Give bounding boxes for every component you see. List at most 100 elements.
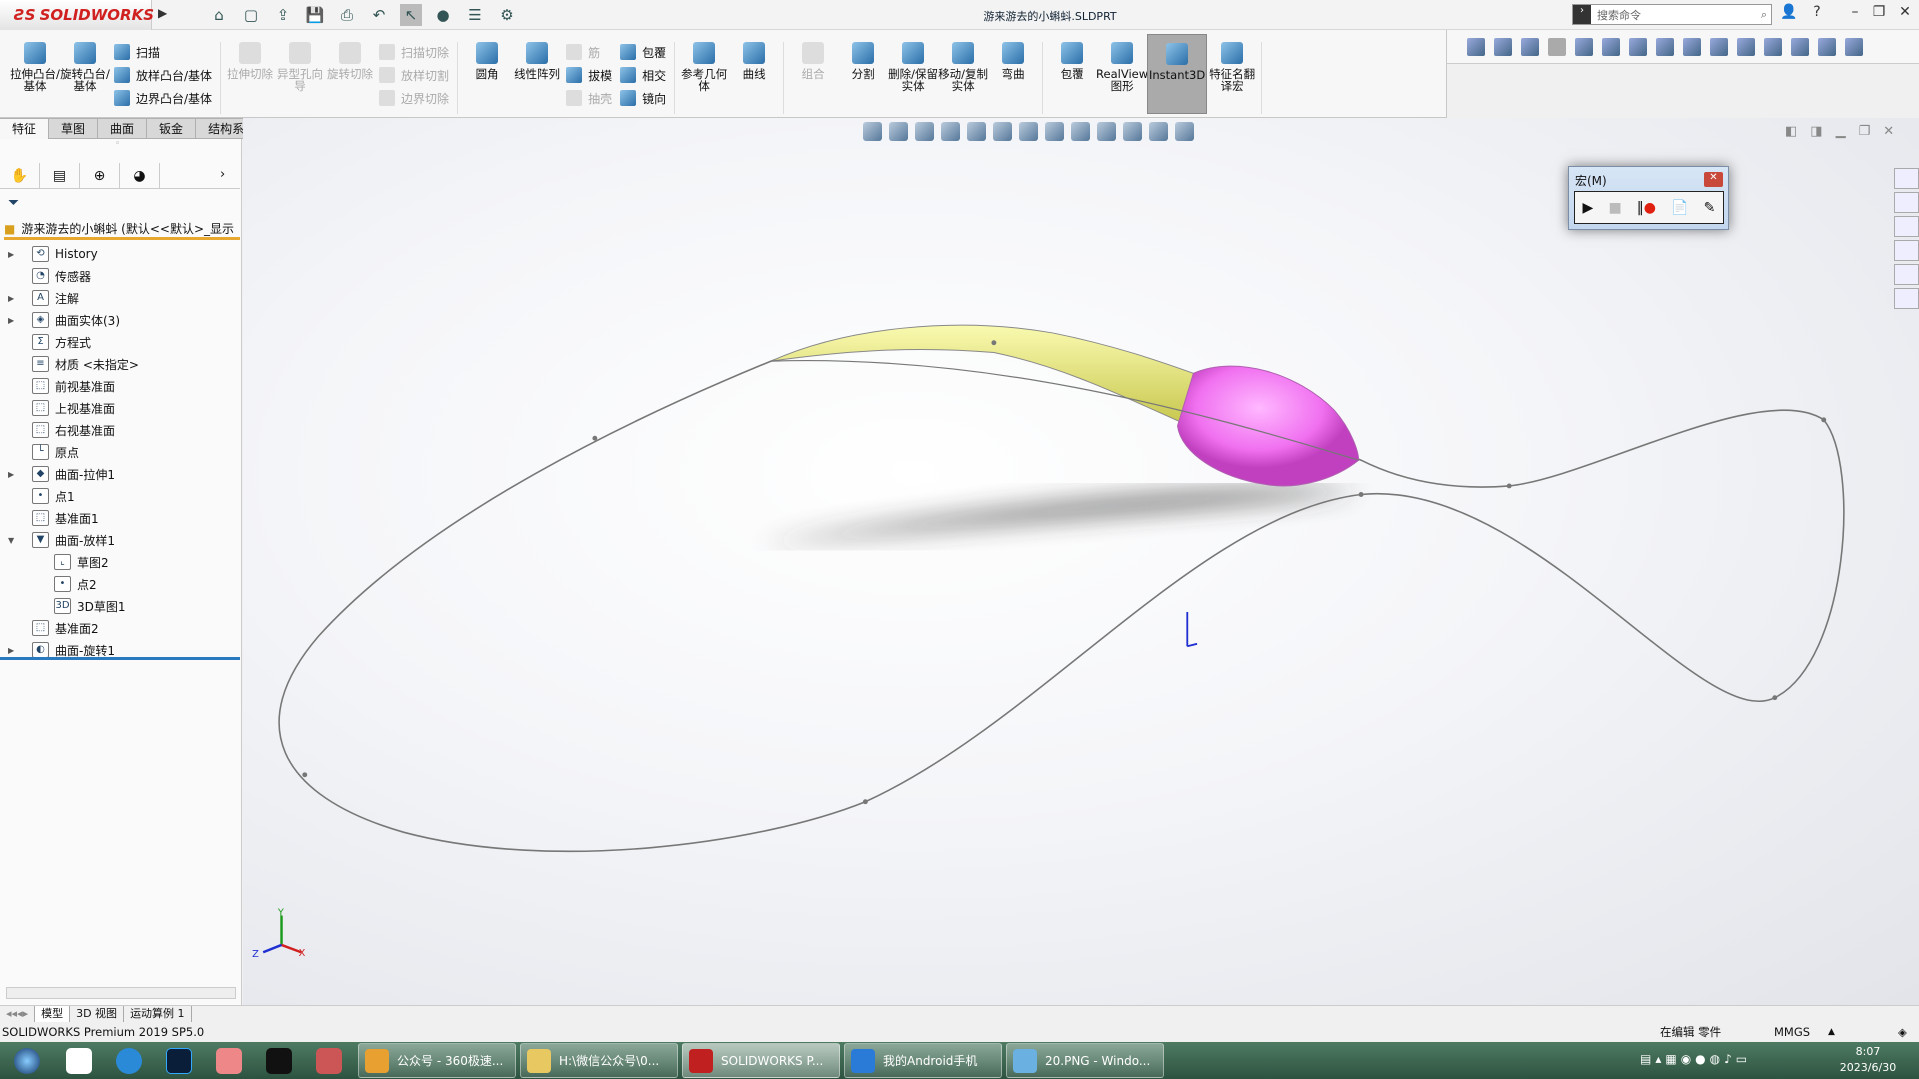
pinned-recorder-icon[interactable] [254,1042,304,1079]
tree-item-label: 曲面-旋转1 [55,643,115,658]
design-library-icon[interactable] [1894,192,1919,213]
tree-item[interactable]: ▶ ⟲ History [8,243,98,265]
quick-tips-icon[interactable]: ◈ [1898,1022,1907,1042]
tree-item[interactable]: • 点2 [30,573,97,595]
collapse-arrow-icon[interactable]: ▼ [8,536,18,545]
windows-taskbar: 公众号 - 360极速... H:\微信公众号\0... SOLIDWORKS P.… [0,1042,1919,1079]
custom-properties-icon[interactable] [1894,288,1919,309]
body-shadow [758,488,1359,545]
taskbar-button[interactable]: H:\微信公众号\0... [520,1043,678,1078]
pinned-app-icon[interactable] [54,1042,104,1079]
root-label: 游来游去的小蝌蚪 (默认<<默认>_显示 [21,222,235,236]
tree-item[interactable]: └ 原点 [8,441,79,463]
equation-icon: Σ [32,334,49,350]
photoshop-icon[interactable] [154,1042,204,1079]
tree-item[interactable]: ⬚ 基准面2 [8,617,99,639]
view-palette-icon[interactable] [1894,240,1919,261]
tree-item[interactable]: • 点1 [8,485,75,507]
bottom-tab-2[interactable]: 运动算例 1 [124,1006,192,1022]
tree-item[interactable]: ▶ A 注解 [8,287,79,309]
tree-item[interactable]: 3D 3D草图1 [30,595,126,617]
system-tray-icons[interactable]: ▤▴▦◉●◍♪▭ [1640,1052,1751,1066]
svg-text:Y: Y [277,908,284,919]
taskbar-button[interactable]: 公众号 - 360极速... [358,1043,516,1078]
annotation-icon: A [32,290,49,306]
tree-item-label: 点1 [55,489,75,504]
units-selector[interactable]: MMGS [1774,1022,1810,1042]
start-button[interactable] [0,1042,54,1079]
tree-item[interactable]: ≡ 材质 <未指定> [8,353,139,375]
tree-item[interactable]: ▶ ◈ 曲面实体(3) [8,309,120,331]
panel-expand-arrow-icon[interactable]: › [220,167,225,182]
tree-item[interactable]: ◔ 传感器 [8,265,91,287]
sketch-curve[interactable] [278,334,1845,853]
bottom-tab-0[interactable]: 模型 [35,1006,71,1022]
tree-item-label: 上视基准面 [55,401,116,416]
plane-icon: ⬚ [32,378,49,394]
taskbar-button[interactable]: SOLIDWORKS P... [682,1043,840,1078]
play-icon[interactable]: ▶ [1583,200,1594,216]
tree-root-part[interactable]: ■ 游来游去的小蝌蚪 (默认<<默认>_显示 [4,220,240,240]
3d-sketch-icon: 3D [54,598,71,614]
surface-bodies-icon: ◈ [32,312,49,328]
tab-nav-arrows[interactable]: ◂◂◂▸ [0,1006,36,1022]
taskbar-button[interactable]: 20.PNG - Windo... [1006,1043,1164,1078]
expand-arrow-icon[interactable]: ▶ [8,250,18,259]
clock-time: 8:07 [1855,1045,1881,1058]
configuration-icon[interactable]: ⊕ [80,163,120,189]
clock[interactable]: 8:07 2023/6/30 [1836,1044,1900,1076]
tadpole-head-surface[interactable] [1176,365,1360,487]
propertymanager-icon[interactable]: ▤ [40,163,80,189]
tree-filter-icon[interactable]: ⏷ [8,195,19,211]
sensor-icon: ◔ [32,268,49,284]
tree-item[interactable]: ▶ ◆ 曲面-拉伸1 [8,463,115,485]
tree-item-label: 草图2 [77,555,109,570]
expand-arrow-icon[interactable]: ▶ [8,646,18,655]
taskbar-button[interactable]: 我的Android手机 [844,1043,1002,1078]
pinned-snipping-icon[interactable] [304,1042,354,1079]
tree-item-label: 点2 [77,577,97,592]
stop-icon[interactable]: ■ [1608,200,1621,216]
tree-item[interactable]: ⌞ 草图2 [30,551,109,573]
expand-arrow-icon[interactable]: ▶ [8,316,18,325]
horizontal-scrollbar[interactable] [6,987,236,999]
new-macro-icon[interactable]: 📄 [1671,200,1688,216]
tree-item-label: 方程式 [55,335,92,350]
edit-mode-text: 在编辑 零件 [1660,1025,1722,1039]
file-explorer-icon[interactable] [1894,216,1919,237]
edit-macro-icon[interactable]: ✎ [1704,200,1716,216]
pinned-browser-icon[interactable] [104,1042,154,1079]
panel-grip[interactable]: ◦ [115,139,120,149]
plane-icon: ⬚ [32,510,49,526]
tree-item[interactable]: ⬚ 右视基准面 [8,419,115,441]
tree-item[interactable]: ⬚ 上视基准面 [8,397,115,419]
surface-revolve-icon: ◐ [32,642,49,658]
featuremanager-icon[interactable]: ✋ [0,163,40,189]
material-icon: ≡ [32,356,49,372]
tree-item-label: 原点 [55,445,80,460]
appearance-icon[interactable]: ◕ [120,163,160,189]
pinned-paint-icon[interactable] [204,1042,254,1079]
svg-text:X: X [299,948,306,959]
units-arrow-icon[interactable]: ▲ [1828,1022,1835,1042]
bottom-tabs: ◂◂◂▸ 模型 3D 视图 运动算例 1 [0,1005,1919,1022]
tree-item[interactable]: Σ 方程式 [8,331,91,353]
solidworks-resources-icon[interactable] [1894,168,1919,189]
feature-manager-panel: ◦ ✋ ▤ ⊕ ◕ › ⏷ ■ 游来游去的小蝌蚪 (默认<<默认>_显示 ▶ ⟲ Histo… [0,139,242,1005]
bottom-tab-1[interactable]: 3D 视图 [70,1006,125,1022]
tree-item[interactable]: ▼ ▼ 曲面-放样1 [8,529,115,551]
tree-item[interactable]: ⬚ 基准面1 [8,507,99,529]
taskbar-label: 我的Android手机 [883,1054,978,1068]
macro-close-button[interactable]: ✕ [1704,172,1723,187]
tree-item-label: 曲面-拉伸1 [55,467,115,482]
expand-arrow-icon[interactable]: ▶ [8,294,18,303]
appearances-icon[interactable] [1894,264,1919,285]
sketch-icon: ⌞ [54,554,71,570]
part-icon: ■ [4,221,16,236]
pause-record-icon[interactable]: ‖● [1637,200,1656,216]
status-bar: SOLIDWORKS Premium 2019 SP5.0 在编辑 零件 MMG… [0,1022,1919,1042]
tree-item[interactable]: ⬚ 前视基准面 [8,375,115,397]
expand-arrow-icon[interactable]: ▶ [8,470,18,479]
rollback-bar[interactable] [0,657,240,660]
tadpole-tail-surface[interactable] [770,324,1194,423]
